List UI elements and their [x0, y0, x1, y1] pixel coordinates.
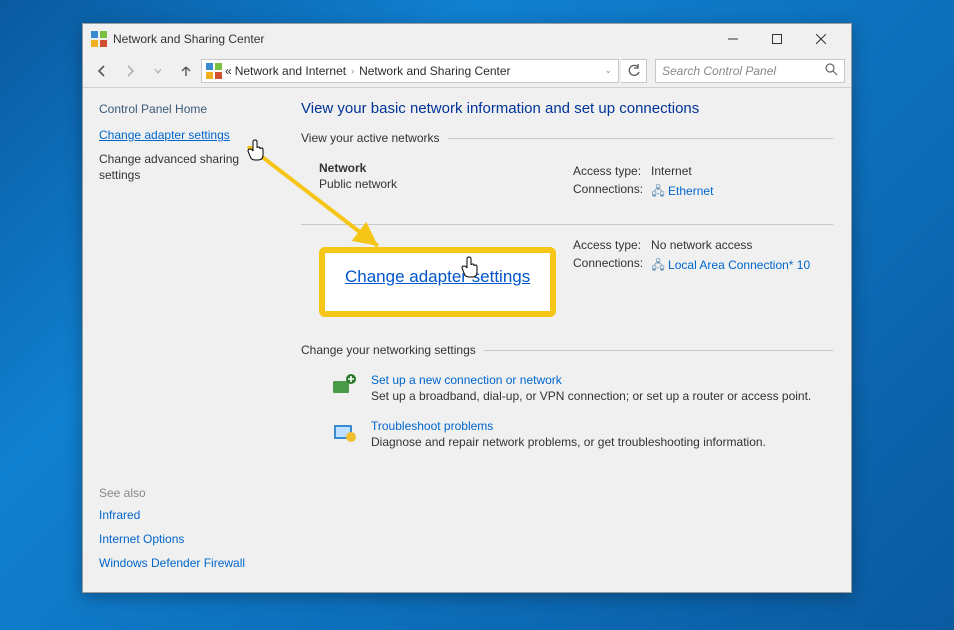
troubleshoot-item[interactable]: Troubleshoot problems Diagnose and repai…	[301, 413, 833, 459]
troubleshoot-icon	[331, 419, 359, 447]
control-panel-window: Network and Sharing Center « Network and…	[82, 23, 852, 593]
highlight-change-adapter-link[interactable]: Change adapter settings	[345, 267, 530, 286]
breadcrumb-separator: ›	[349, 66, 356, 76]
see-also-infrared[interactable]: Infrared	[99, 508, 273, 522]
sidebar: Control Panel Home Change adapter settin…	[83, 88, 283, 592]
breadcrumb-dropdown-icon[interactable]: ⌄	[602, 65, 614, 76]
networking-settings-header: Change your networking settings	[301, 343, 476, 357]
setup-connection-desc: Set up a broadband, dial-up, or VPN conn…	[371, 389, 811, 403]
ethernet-icon: 🖧	[651, 256, 665, 277]
troubleshoot-title: Troubleshoot problems	[371, 419, 766, 433]
change-advanced-sharing-link[interactable]: Change advanced sharing settings	[99, 152, 273, 183]
setup-connection-item[interactable]: Set up a new connection or network Set u…	[301, 367, 833, 413]
search-input[interactable]: Search Control Panel	[655, 59, 845, 83]
divider	[301, 224, 833, 225]
address-bar[interactable]: « Network and Internet › Network and Sha…	[201, 59, 619, 83]
access-type-label: Access type:	[573, 237, 649, 253]
connections-label: Connections:	[573, 255, 649, 278]
up-button[interactable]	[173, 58, 199, 84]
forward-button[interactable]	[117, 58, 143, 84]
access-type-value: Internet	[651, 163, 719, 179]
setup-connection-title: Set up a new connection or network	[371, 373, 811, 387]
change-adapter-settings-link[interactable]: Change adapter settings	[99, 128, 273, 142]
titlebar: Network and Sharing Center	[83, 24, 851, 54]
highlight-callout: Change adapter settings	[319, 247, 571, 317]
connection-link[interactable]: Ethernet	[668, 184, 713, 198]
network-sharing-icon	[206, 63, 222, 79]
breadcrumb-part[interactable]: Network and Internet	[235, 64, 346, 78]
control-panel-home-link[interactable]: Control Panel Home	[99, 102, 273, 116]
access-type-label: Access type:	[573, 163, 649, 179]
minimize-button[interactable]	[711, 25, 755, 53]
ethernet-icon: 🖧	[651, 182, 665, 203]
troubleshoot-desc: Diagnose and repair network problems, or…	[371, 435, 766, 449]
search-placeholder: Search Control Panel	[662, 64, 776, 78]
breadcrumb-prefix: «	[225, 64, 232, 78]
recent-dropdown[interactable]	[145, 58, 171, 84]
page-heading: View your basic network information and …	[301, 100, 833, 117]
network-type: Public network	[319, 177, 571, 191]
active-networks-header: View your active networks	[301, 131, 440, 145]
back-button[interactable]	[89, 58, 115, 84]
connection-link[interactable]: Local Area Connection* 10	[668, 258, 810, 272]
network-sharing-icon	[91, 31, 107, 47]
network-name: Network	[319, 161, 571, 175]
breadcrumb-part[interactable]: Network and Sharing Center	[359, 64, 510, 78]
refresh-button[interactable]	[621, 59, 647, 83]
see-also-firewall[interactable]: Windows Defender Firewall	[99, 556, 273, 570]
setup-connection-icon	[331, 373, 359, 401]
maximize-button[interactable]	[755, 25, 799, 53]
see-also-internet-options[interactable]: Internet Options	[99, 532, 273, 546]
see-also-header: See also	[99, 486, 273, 500]
main-content: View your basic network information and …	[283, 88, 851, 592]
network-item: Network Public network Access type: Inte…	[301, 155, 833, 220]
divider	[484, 350, 833, 351]
access-type-value: No network access	[651, 237, 816, 253]
close-button[interactable]	[799, 25, 843, 53]
connections-label: Connections:	[573, 181, 649, 204]
toolbar: « Network and Internet › Network and Sha…	[83, 54, 851, 88]
window-title: Network and Sharing Center	[113, 32, 711, 46]
network-item: Change adapter settings Access type: No …	[301, 229, 833, 335]
divider	[448, 138, 833, 139]
search-icon	[825, 63, 838, 79]
